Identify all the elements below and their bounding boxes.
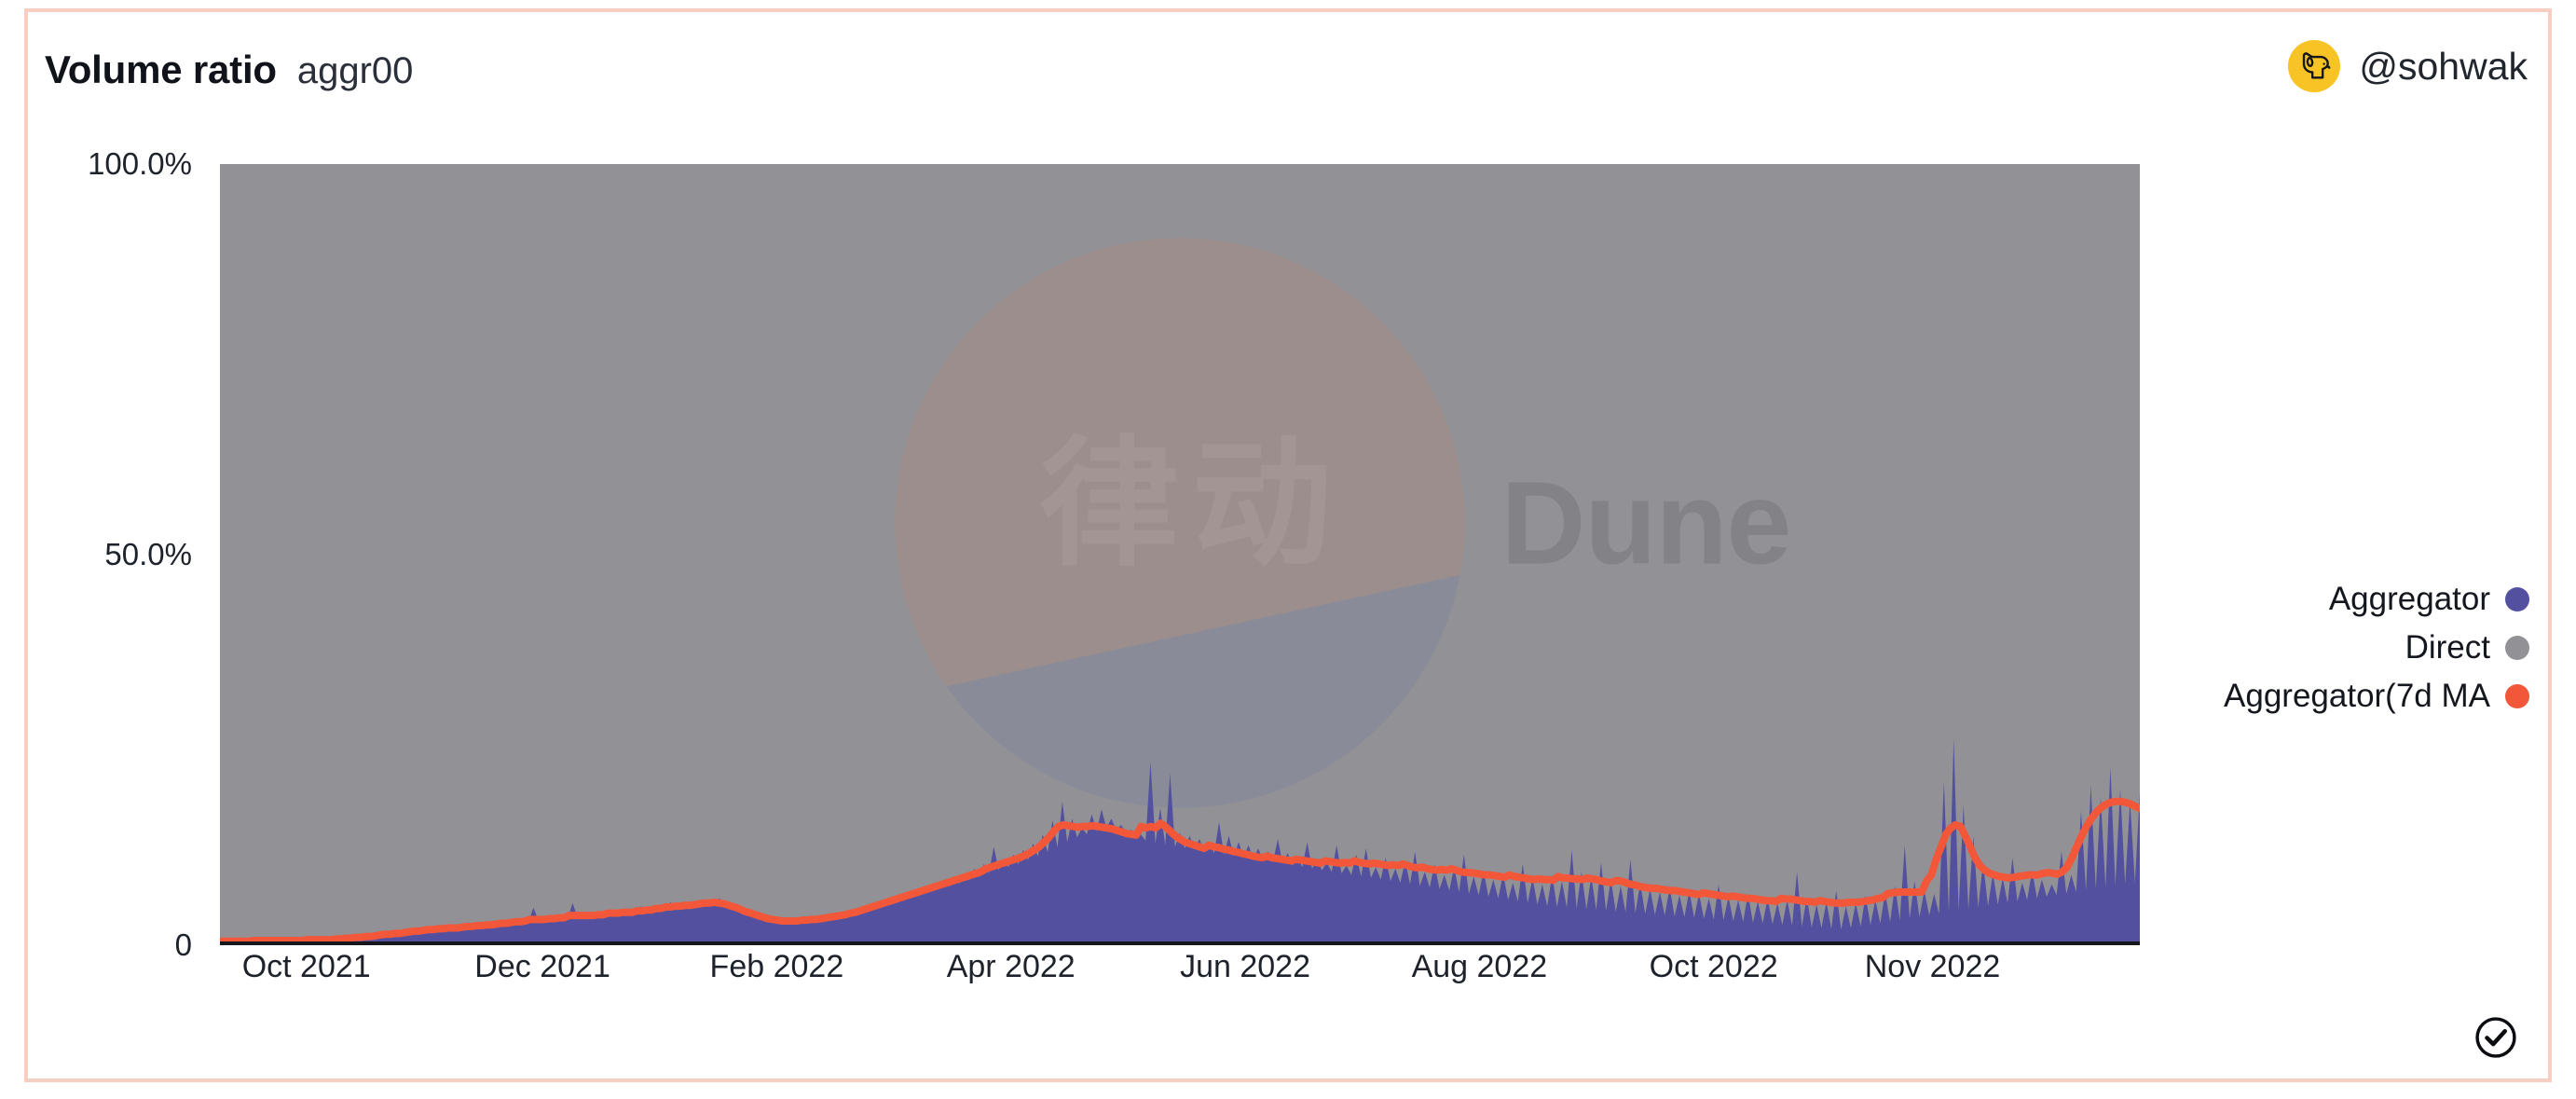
dog-head-icon (2303, 52, 2331, 79)
legend-label: Direct (2405, 629, 2490, 666)
chart-title: Volume ratio (45, 48, 277, 91)
chart-subtitle: aggr00 (296, 50, 414, 91)
card-header: Volume ratio aggr00 @sohwak (28, 12, 2548, 124)
y-axis-tick: 0 (174, 927, 192, 962)
check-circle-icon (2475, 1017, 2516, 1058)
dune-chart-card: Volume ratio aggr00 @sohwak 100.0% 50.0%… (24, 8, 2552, 1082)
verified-badge[interactable] (2472, 1013, 2520, 1062)
user-badge[interactable]: @sohwak (2288, 40, 2528, 92)
x-axis-tick: Apr 2022 (946, 949, 1076, 984)
chart-region: 100.0% 50.0% 0 律动 (28, 124, 2548, 1086)
x-axis-tick: Oct 2022 (1649, 949, 1778, 984)
y-axis: 100.0% 50.0% 0 (28, 124, 205, 1086)
x-axis-tick: Nov 2022 (1864, 949, 2001, 984)
legend-label: Aggregator(7d MA (2224, 678, 2490, 714)
legend-color-swatch (2505, 684, 2529, 708)
chart-canvas (220, 164, 2140, 945)
legend-color-swatch (2505, 587, 2529, 611)
x-axis-tick: Jun 2022 (1180, 949, 1310, 984)
legend-label: Aggregator (2328, 581, 2490, 617)
x-axis-tick: Aug 2022 (1411, 949, 1548, 984)
chart-legend: Aggregator Direct Aggregator(7d MA (2224, 581, 2529, 715)
y-axis-tick: 50.0% (104, 537, 192, 571)
legend-item-aggregator[interactable]: Aggregator (2329, 581, 2529, 618)
x-axis: Oct 2021 Dec 2021 Feb 2022 Apr 2022 Jun … (220, 949, 2140, 1005)
x-axis-tick: Dec 2021 (474, 949, 610, 984)
screenshot-root: Volume ratio aggr00 @sohwak 100.0% 50.0%… (0, 0, 2576, 1099)
legend-color-swatch (2505, 636, 2529, 660)
plot-area[interactable]: 律动 Dune (220, 164, 2140, 945)
x-axis-line (220, 941, 2140, 945)
avatar (2288, 40, 2341, 92)
user-handle: @sohwak (2359, 44, 2528, 88)
legend-item-direct[interactable]: Direct (2405, 629, 2529, 666)
legend-item-aggregator-7d-ma[interactable]: Aggregator(7d MA (2224, 678, 2529, 715)
page-title: Volume ratio aggr00 (45, 48, 413, 92)
series-area-direct (220, 164, 2140, 945)
x-axis-tick: Oct 2021 (241, 949, 371, 984)
y-axis-tick: 100.0% (88, 146, 192, 181)
x-axis-tick: Feb 2022 (709, 949, 844, 984)
